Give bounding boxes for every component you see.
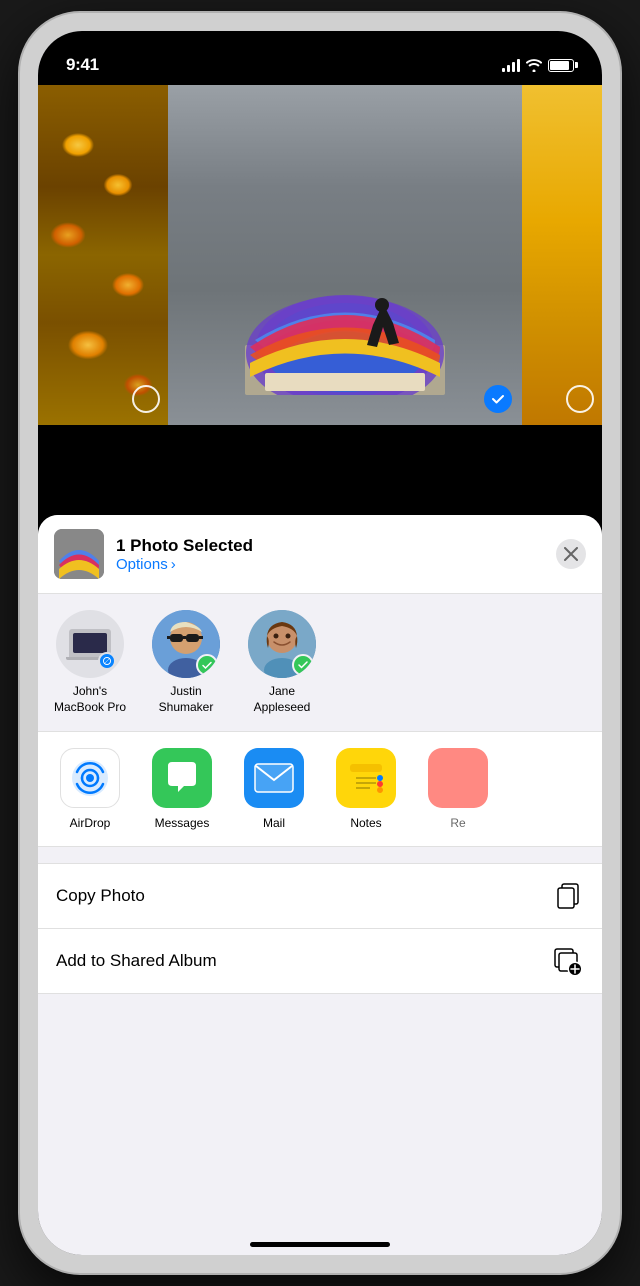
add-shared-album-button[interactable]: Add to Shared Album: [38, 929, 602, 994]
app-notes[interactable]: Notes: [330, 748, 402, 830]
mail-icon: [244, 748, 304, 808]
app-reminders[interactable]: Re: [422, 748, 494, 830]
contact-justin-avatar: [152, 610, 220, 678]
status-time: 9:41: [66, 55, 99, 75]
action-buttons: Copy Photo Add to Shared Album: [38, 863, 602, 994]
share-thumbnail: [54, 529, 104, 579]
phone-screen: 9:41: [38, 31, 602, 1255]
add-shared-album-label: Add to Shared Album: [56, 951, 217, 971]
photo-right[interactable]: [522, 85, 602, 425]
contact-macbook[interactable]: John'sMacBook Pro: [50, 610, 130, 715]
copy-photo-button[interactable]: Copy Photo: [38, 863, 602, 929]
airdrop-icon: [60, 748, 120, 808]
reminders-icon: [428, 748, 488, 808]
contact-jane-name: JaneAppleseed: [254, 684, 311, 715]
contact-jane-avatar: [248, 610, 316, 678]
reminders-label: Re: [450, 816, 465, 830]
app-mail[interactable]: Mail: [238, 748, 310, 830]
copy-photo-icon: [552, 880, 584, 912]
share-title: 1 Photo Selected: [116, 536, 544, 556]
share-header: 1 Photo Selected Options ›: [38, 515, 602, 594]
rainbow-svg: [245, 265, 445, 395]
content-area: 1 Photo Selected Options ›: [38, 85, 602, 1255]
share-options-button[interactable]: Options ›: [116, 556, 544, 573]
contact-justin-name: JustinShumaker: [159, 684, 214, 715]
apps-row: AirDrop Messages: [38, 732, 602, 846]
home-indicator: [250, 1242, 390, 1247]
photo-left[interactable]: [38, 85, 168, 425]
messages-label: Messages: [155, 816, 210, 830]
share-options-label: Options: [116, 556, 168, 573]
battery-icon: [548, 59, 574, 72]
signal-bars-icon: [502, 59, 520, 72]
airdrop-label: AirDrop: [70, 816, 111, 830]
contact-jane-badge: [292, 654, 314, 676]
contact-jane[interactable]: JaneAppleseed: [242, 610, 322, 715]
photo-right-select[interactable]: [566, 385, 594, 413]
photo-center[interactable]: [168, 85, 522, 425]
add-shared-album-icon: [552, 945, 584, 977]
bottom-sheet: 1 Photo Selected Options ›: [38, 515, 602, 1255]
contact-justin[interactable]: JustinShumaker: [146, 610, 226, 715]
photo-center-select[interactable]: [484, 385, 512, 413]
app-airdrop[interactable]: AirDrop: [54, 748, 126, 830]
notes-label: Notes: [350, 816, 381, 830]
copy-photo-label: Copy Photo: [56, 886, 145, 906]
contact-macbook-name: John'sMacBook Pro: [54, 684, 126, 715]
phone-frame: 9:41: [20, 13, 620, 1273]
notes-icon: [336, 748, 396, 808]
messages-icon: [152, 748, 212, 808]
close-button[interactable]: [556, 539, 586, 569]
app-messages[interactable]: Messages: [146, 748, 218, 830]
share-options-chevron: ›: [171, 556, 176, 573]
photo-gallery: [38, 85, 602, 425]
contact-macbook-avatar: [56, 610, 124, 678]
mail-label: Mail: [263, 816, 285, 830]
wifi-icon: [526, 59, 542, 72]
status-icons: [502, 59, 574, 72]
contact-justin-badge: [196, 654, 218, 676]
contacts-row: John'sMacBook Pro: [38, 594, 602, 731]
apps-section: AirDrop Messages: [38, 731, 602, 847]
share-title-area: 1 Photo Selected Options ›: [116, 536, 544, 573]
photo-left-select[interactable]: [132, 385, 160, 413]
status-bar: 9:41: [38, 31, 602, 85]
